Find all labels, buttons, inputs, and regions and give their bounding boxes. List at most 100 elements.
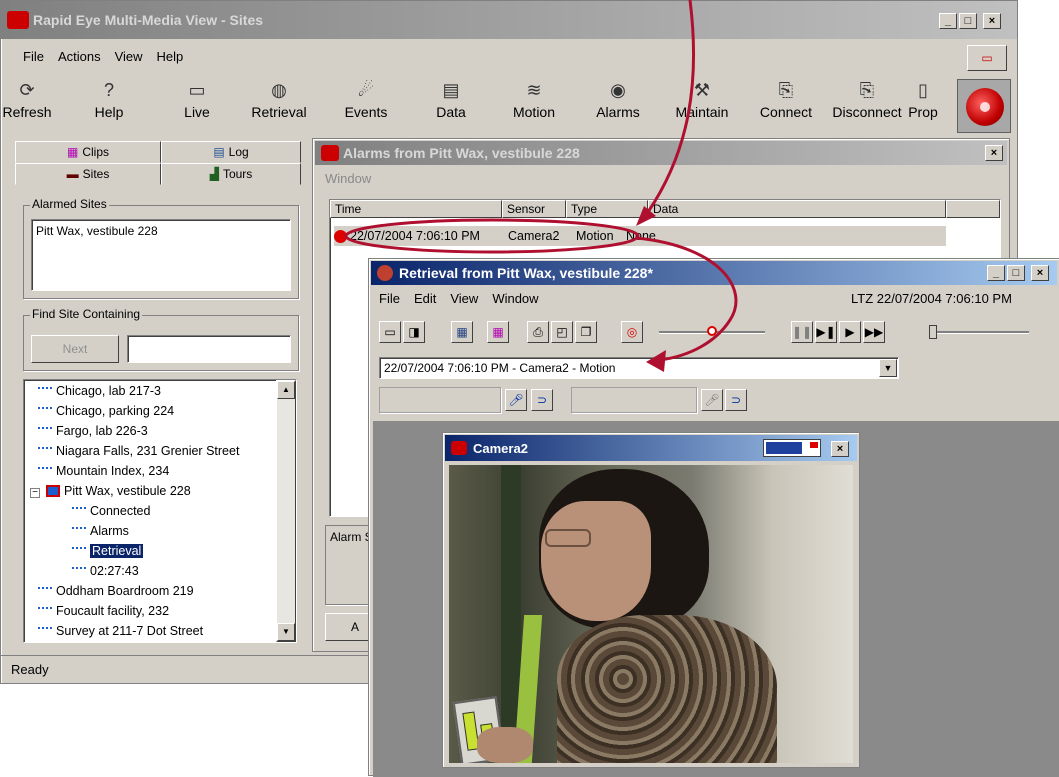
tree-item[interactable]: Survey at 211-7 Dot Street [38, 624, 203, 638]
speaker-icon[interactable]: ⊃ [531, 389, 553, 411]
alarm-bell-icon[interactable] [957, 79, 1011, 133]
col-extra[interactable] [946, 200, 1000, 218]
scroll-up-icon[interactable]: ▲ [277, 381, 295, 399]
list-item[interactable]: Pitt Wax, vestibule 228 [36, 224, 286, 238]
minimize-button[interactable]: _ [939, 13, 957, 29]
tab-sites[interactable]: ▬ Sites [15, 163, 161, 185]
layout-split-icon[interactable]: ◨ [403, 321, 425, 343]
position-slider[interactable] [659, 326, 765, 336]
maximize-button[interactable]: □ [959, 13, 977, 29]
alarms-window-title: Alarms from Pitt Wax, vestibule 228 [343, 145, 580, 161]
col-type[interactable]: Type [566, 200, 648, 218]
alarms-titlebar[interactable]: Alarms from Pitt Wax, vestibule 228 [315, 141, 1007, 165]
col-sensor[interactable]: Sensor [502, 200, 566, 218]
tab-log[interactable]: ▤ Log [161, 141, 301, 163]
tree-expand-icon[interactable]: − [30, 488, 40, 498]
toolbar-maintain-button[interactable]: ⚒ Maintain [671, 79, 733, 131]
copy-icon[interactable]: ❐ [575, 321, 597, 343]
menu-edit[interactable]: Edit [414, 291, 436, 306]
toolbar-properties-button[interactable]: ▯ Prop [903, 79, 943, 131]
toolbar-alarms-button[interactable]: ◉ Alarms [593, 79, 643, 131]
camera-close-button[interactable]: × [831, 441, 849, 457]
motion-icon: ≋ [526, 80, 542, 100]
sites-tree[interactable]: ▲ ▼ − Chicago, lab 217-3 Chicago, parkin… [23, 379, 297, 643]
app-logo-icon [7, 11, 29, 29]
record-icon[interactable]: ◎ [621, 321, 643, 343]
speed-slider[interactable] [929, 325, 1029, 339]
slider-thumb-icon[interactable] [707, 326, 717, 336]
toolbar-data-button[interactable]: ▤ Data [429, 79, 473, 131]
chevron-down-icon[interactable]: ▼ [879, 359, 897, 377]
retrieval-window-icon [377, 265, 393, 281]
tree-item[interactable]: Niagara Falls, 231 Grenier Street [38, 444, 239, 458]
toolbar-disconnect-button[interactable]: ⎘ Disconnect [827, 79, 907, 131]
preview-icon[interactable]: ◰ [551, 321, 573, 343]
events-icon: ☄ [357, 80, 375, 100]
tree-item[interactable]: Fargo, lab 226-3 [38, 424, 148, 438]
camera-window-icon [451, 441, 467, 455]
find-site-input[interactable] [127, 335, 291, 363]
tree-item[interactable]: Foucault facility, 232 [38, 604, 169, 618]
print-icon[interactable]: ⎙ [527, 321, 549, 343]
menu-view[interactable]: View [115, 49, 143, 64]
tab-clips[interactable]: ▦ Clips [15, 141, 161, 163]
alarms-close-button[interactable]: × [985, 145, 1003, 161]
toolbar-events-button[interactable]: ☄ Events [339, 79, 393, 131]
toolbar-help-button[interactable]: ? Help [87, 79, 131, 131]
scroll-down-icon[interactable]: ▼ [277, 623, 295, 641]
clips-icon[interactable]: ▦ [487, 321, 509, 343]
next-button[interactable]: Next [31, 335, 119, 363]
layout-grid-icon[interactable]: ▦ [451, 321, 473, 343]
speaker-icon[interactable]: ⊃ [725, 389, 747, 411]
tree-item[interactable]: Chicago, parking 224 [38, 404, 174, 418]
pause-icon[interactable]: ❚❚ [791, 321, 813, 343]
retrieval-maximize-button[interactable]: □ [1007, 265, 1025, 281]
toolbar-motion-button[interactable]: ≋ Motion [507, 79, 561, 131]
alarms-window-icon [321, 145, 339, 161]
camera-layout-icon[interactable] [763, 439, 821, 457]
main-titlebar[interactable]: Rapid Eye Multi-Media View - Sites [1, 1, 1017, 39]
tree-child-item-selected[interactable]: Retrieval [72, 544, 144, 558]
retrieval-minimize-button[interactable]: _ [987, 265, 1005, 281]
step-forward-icon[interactable]: ▶❚ [815, 321, 837, 343]
tree-item[interactable]: Mountain Index, 234 [38, 464, 169, 478]
tree-scrollbar[interactable]: ▲ ▼ [276, 380, 296, 642]
toolbar-connect-button[interactable]: ⎘ Connect [753, 79, 819, 131]
toolbar-retrieval-button[interactable]: ◍ Retrieval [247, 79, 311, 131]
fast-forward-icon[interactable]: ▶▶ [863, 321, 885, 343]
log-icon: ▤ [213, 145, 225, 159]
alarm-row[interactable]: 22/07/2004 7:06:10 PM Camera2 Motion Non… [334, 226, 946, 246]
tree-child-item[interactable]: Alarms [72, 524, 129, 538]
retrieval-close-button[interactable]: × [1031, 265, 1049, 281]
site-icon [38, 447, 52, 455]
toolbar-refresh-button[interactable]: ⟳ Refresh [1, 79, 53, 131]
node-icon [72, 527, 86, 535]
menu-help[interactable]: Help [157, 49, 184, 64]
tab-tours[interactable]: ▟ Tours [161, 163, 301, 185]
toolbar-live-button[interactable]: ▭ Live [175, 79, 219, 131]
speed-thumb-icon[interactable] [929, 325, 937, 339]
microphone-icon[interactable]: 🎤︎ [701, 389, 723, 411]
col-time[interactable]: Time [330, 200, 502, 218]
menu-actions[interactable]: Actions [58, 49, 101, 64]
menu-file[interactable]: File [23, 49, 44, 64]
menu-file[interactable]: File [379, 291, 400, 306]
close-button[interactable]: × [983, 13, 1001, 29]
tree-child-item[interactable]: 02:27:43 [72, 564, 139, 578]
microphone-icon[interactable]: 🎤︎ [505, 389, 527, 411]
tree-item-pitt-wax[interactable]: Pitt Wax, vestibule 228 [46, 484, 191, 498]
alarmed-sites-list[interactable]: Pitt Wax, vestibule 228 [31, 219, 291, 291]
col-data[interactable]: Data [648, 200, 946, 218]
camera-video-frame[interactable] [449, 465, 853, 763]
tree-item[interactable]: Chicago, lab 217-3 [38, 384, 161, 398]
retrieval-titlebar[interactable]: Retrieval from Pitt Wax, vestibule 228* [371, 261, 1057, 285]
camera-menu-button[interactable]: ▭ [967, 45, 1007, 71]
play-icon[interactable]: ▶ [839, 321, 861, 343]
menu-window[interactable]: Window [492, 291, 538, 306]
event-dropdown[interactable]: 22/07/2004 7:06:10 PM - Camera2 - Motion… [379, 357, 899, 379]
layout-single-icon[interactable]: ▭ [379, 321, 401, 343]
alarms-menu-window[interactable]: Window [325, 171, 371, 186]
tree-child-item[interactable]: Connected [72, 504, 150, 518]
menu-view[interactable]: View [450, 291, 478, 306]
tree-item[interactable]: Oddham Boardroom 219 [38, 584, 194, 598]
